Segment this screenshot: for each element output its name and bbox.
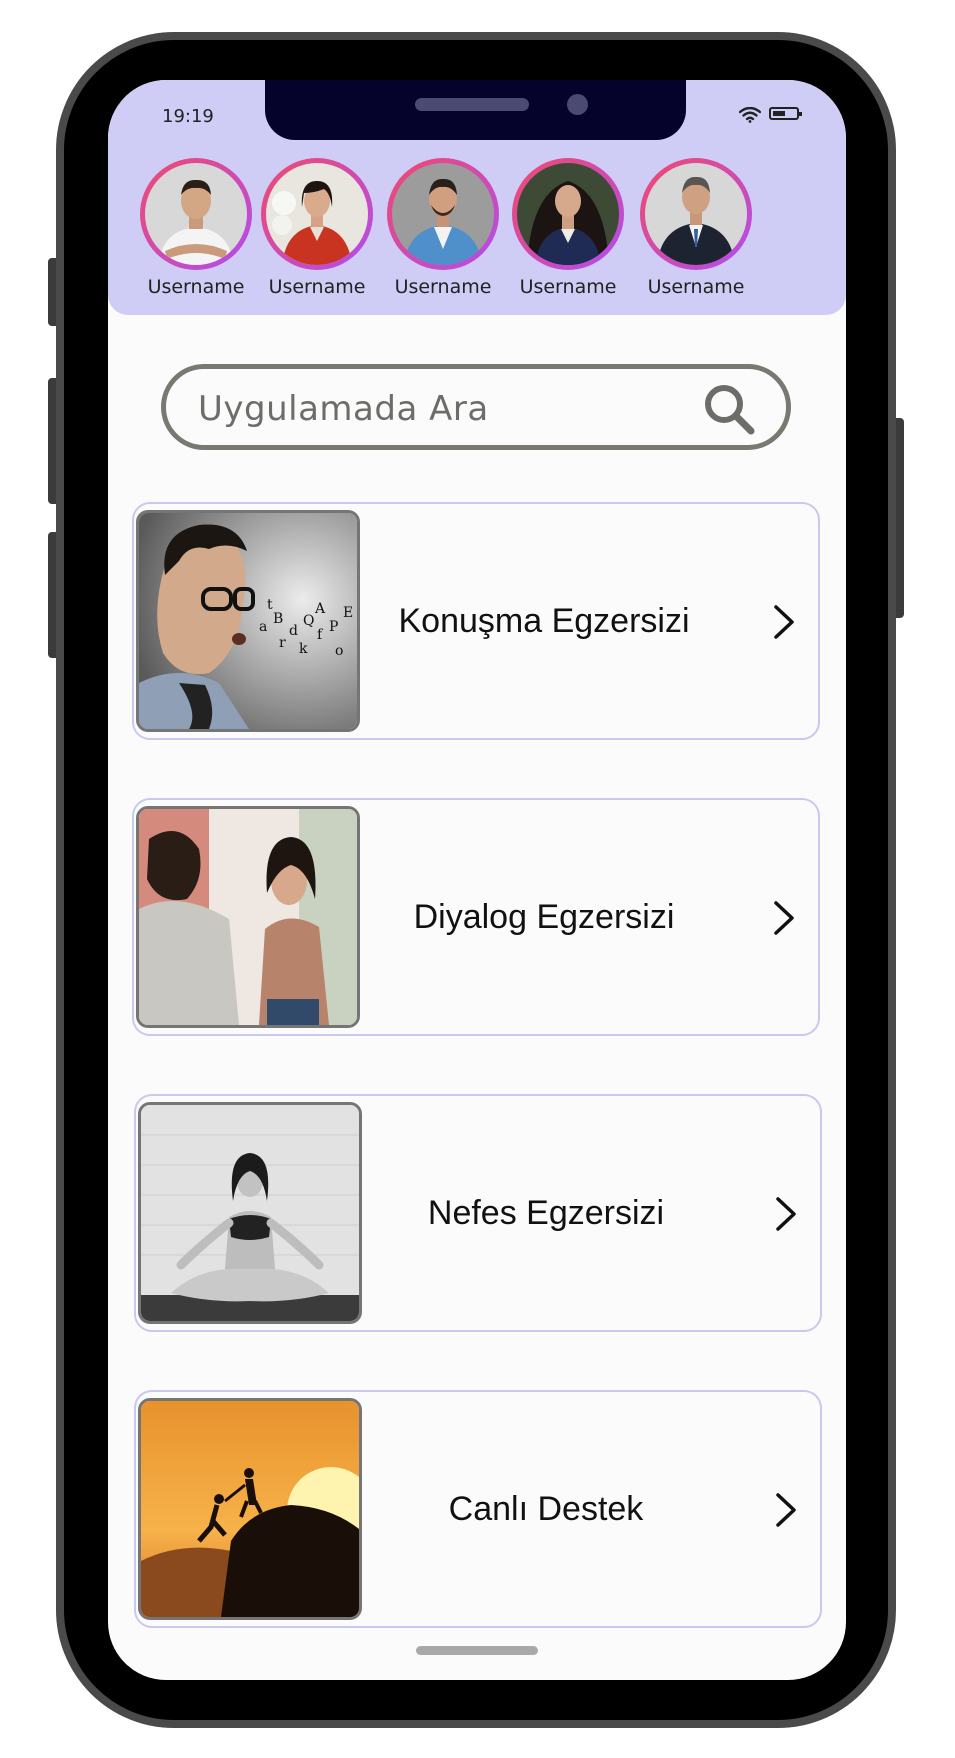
- story-ring: [512, 158, 624, 270]
- svg-text:k: k: [299, 641, 308, 657]
- story-username: Username: [519, 276, 617, 298]
- svg-text:Q: Q: [303, 613, 314, 629]
- story-ring: [387, 158, 499, 270]
- two-women-talking-photo: [136, 806, 360, 1028]
- story-item[interactable]: Username: [136, 158, 256, 298]
- svg-text:r: r: [279, 635, 286, 651]
- stories-header: 19:19 Username Username Username Usernam…: [108, 80, 846, 315]
- story-ring: [640, 158, 752, 270]
- avatar: [517, 163, 619, 265]
- svg-text:t: t: [267, 597, 273, 613]
- menu-card-label: Canlı Destek: [448, 1489, 644, 1528]
- svg-text:a: a: [259, 619, 267, 635]
- story-item[interactable]: Username: [383, 158, 503, 298]
- svg-text:o: o: [335, 643, 343, 659]
- battery-icon: [769, 107, 802, 120]
- svg-text:B: B: [273, 611, 283, 627]
- search-icon[interactable]: [701, 381, 757, 437]
- speaker: [415, 98, 529, 111]
- search-input[interactable]: Uygulamada Ara: [161, 364, 791, 450]
- menu-card-label: Nefes Egzersizi: [427, 1193, 665, 1232]
- climbers-helping-sunset-photo: [138, 1398, 362, 1620]
- meditating-woman-photo: [138, 1102, 362, 1324]
- story-username: Username: [268, 276, 366, 298]
- menu-card-label: Diyalog Egzersizi: [413, 897, 675, 936]
- app-screen: 19:19 Username Username Username Usernam…: [108, 80, 846, 1680]
- menu-card-live-support[interactable]: Canlı Destek: [134, 1390, 822, 1628]
- story-ring: [261, 158, 373, 270]
- front-camera: [567, 94, 588, 115]
- status-time: 19:19: [162, 106, 214, 127]
- avatar: [266, 163, 368, 265]
- story-ring: [140, 158, 252, 270]
- svg-text:A: A: [314, 601, 326, 617]
- speaking-man-photo: aBd Qfr Pko AtE: [136, 510, 360, 732]
- wifi-icon: [739, 107, 761, 123]
- story-username: Username: [647, 276, 745, 298]
- chevron-right-icon: [776, 1197, 796, 1231]
- menu-card-label: Konuşma Egzersizi: [398, 601, 690, 640]
- svg-text:d: d: [289, 623, 298, 639]
- svg-text:E: E: [343, 605, 353, 621]
- story-username: Username: [147, 276, 245, 298]
- menu-card-speaking[interactable]: aBd Qfr Pko AtE Konuşma Egzersizi: [132, 502, 820, 740]
- story-item[interactable]: Username: [508, 158, 628, 298]
- menu-card-breathing[interactable]: Nefes Egzersizi: [134, 1094, 822, 1332]
- chevron-right-icon: [776, 1493, 796, 1527]
- chevron-right-icon: [774, 605, 794, 639]
- story-item[interactable]: Username: [257, 158, 377, 298]
- search-placeholder: Uygulamada Ara: [198, 389, 489, 429]
- story-username: Username: [394, 276, 492, 298]
- avatar: [145, 163, 247, 265]
- avatar: [392, 163, 494, 265]
- notch: [265, 80, 686, 140]
- chevron-right-icon: [774, 901, 794, 935]
- avatar: [645, 163, 747, 265]
- svg-text:P: P: [329, 619, 338, 635]
- story-item[interactable]: Username: [636, 158, 756, 298]
- home-indicator[interactable]: [416, 1646, 538, 1655]
- menu-card-dialog[interactable]: Diyalog Egzersizi: [132, 798, 820, 1036]
